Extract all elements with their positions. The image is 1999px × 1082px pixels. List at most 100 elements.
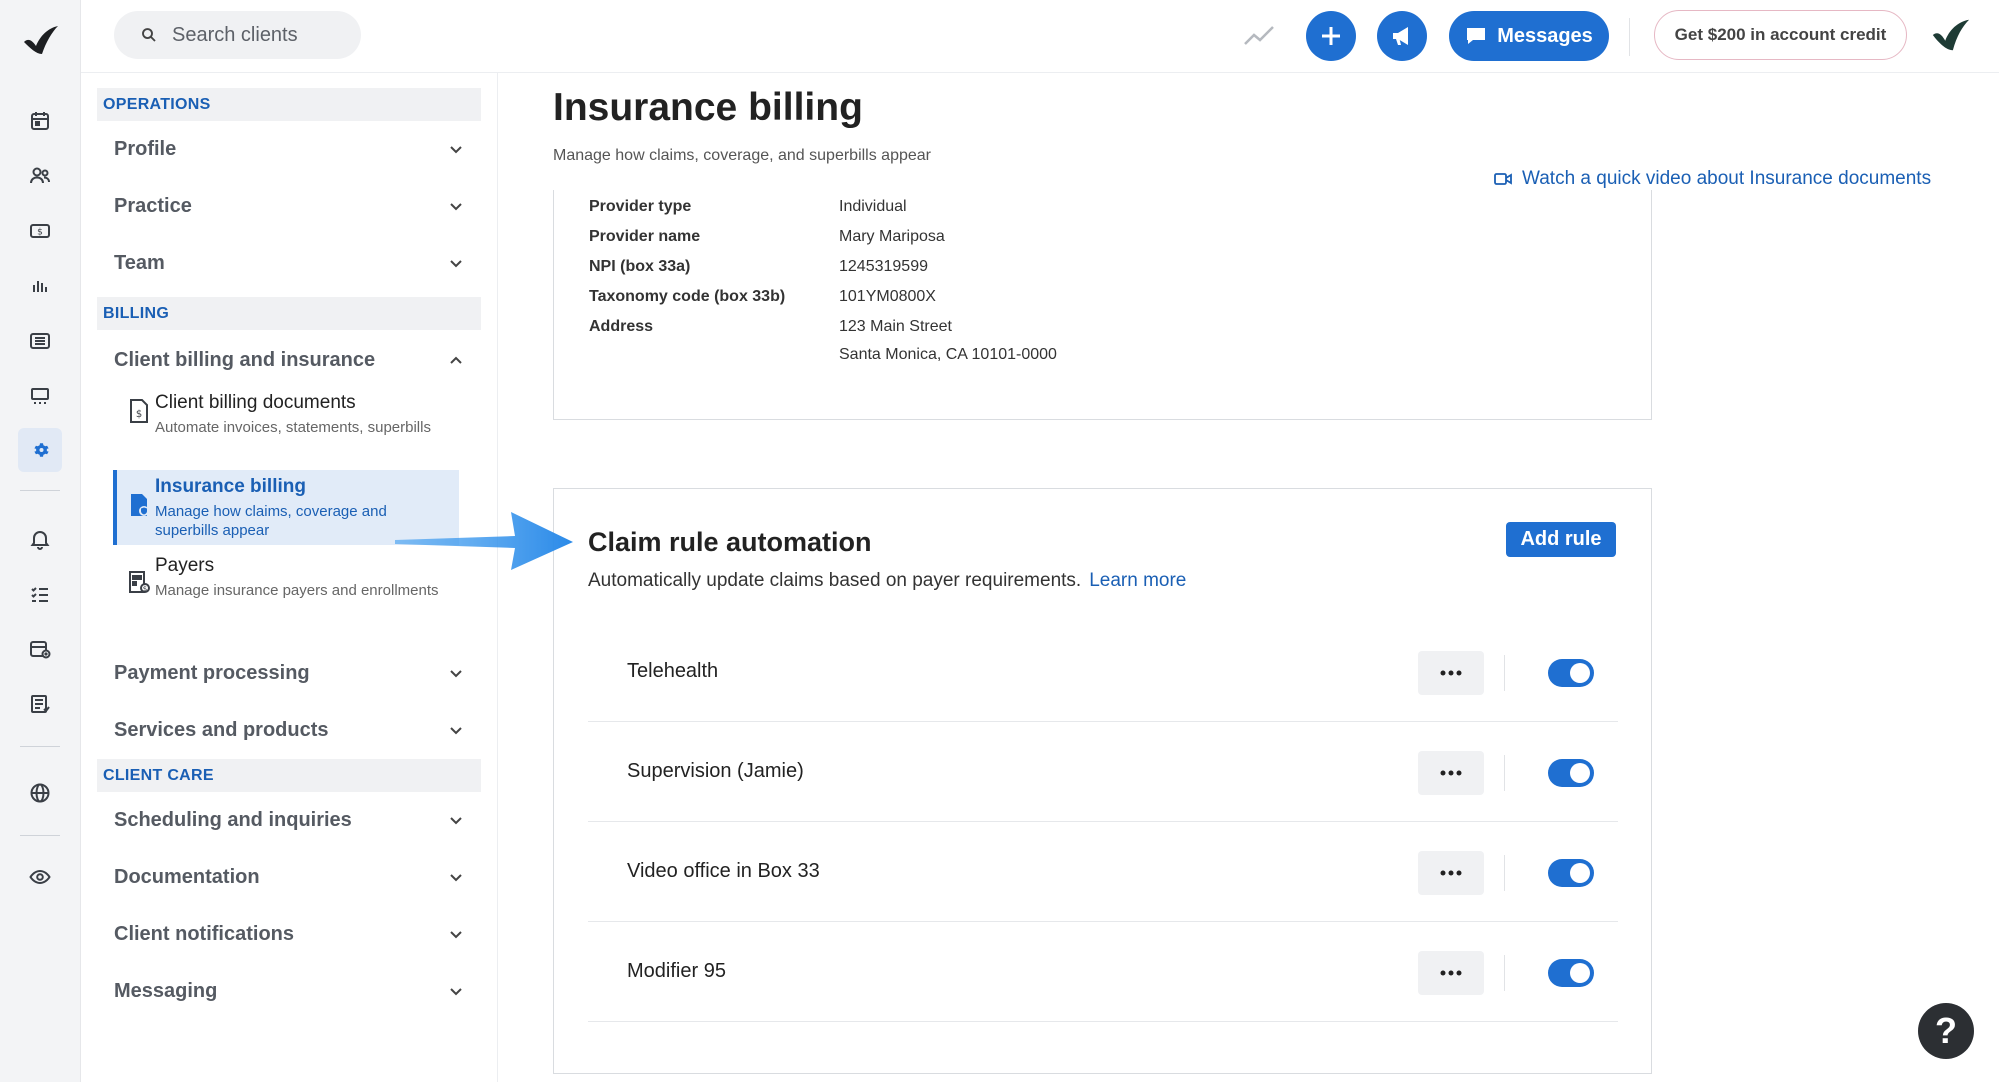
search-input[interactable] — [172, 23, 352, 47]
calendar-icon[interactable] — [18, 99, 62, 143]
claim-rule-description: Automatically update claims based on pay… — [588, 570, 1186, 592]
nav-item-label: Team — [114, 252, 165, 274]
clients-icon[interactable] — [18, 154, 62, 198]
nav-item-team[interactable]: Team — [97, 235, 481, 292]
list-icon[interactable] — [18, 319, 62, 363]
rule-toggle[interactable] — [1548, 959, 1594, 987]
nav-item-label: Services and products — [114, 719, 329, 741]
rule-name: Supervision (Jamie) — [627, 760, 804, 782]
nav-item-client-notifications[interactable]: Client notifications — [97, 906, 481, 963]
rule-more-button[interactable] — [1418, 651, 1484, 695]
subnav-description: Manage insurance payers and enrollments — [155, 582, 439, 599]
nav-item-services-products[interactable]: Services and products — [97, 702, 481, 759]
nav-item-practice[interactable]: Practice — [97, 178, 481, 235]
claim-rule-title: Claim rule automation — [588, 527, 872, 557]
chevron-down-icon — [450, 987, 462, 995]
bell-icon[interactable] — [18, 517, 62, 561]
rule-divider — [1504, 955, 1505, 991]
billing-icon[interactable]: $ — [18, 209, 62, 253]
rule-name: Telehealth — [627, 660, 719, 682]
nav-item-label: Payment processing — [114, 662, 310, 684]
office-icon[interactable] — [18, 374, 62, 418]
nav-item-payment-processing[interactable]: Payment processing — [97, 645, 481, 702]
settings-gear-icon[interactable] — [18, 428, 62, 472]
nav-item-label: Messaging — [114, 980, 218, 1002]
learn-more-link[interactable]: Learn more — [1089, 570, 1186, 591]
billing-document-icon: $ — [130, 399, 148, 423]
chevron-down-icon — [450, 259, 462, 267]
add-button[interactable] — [1306, 11, 1356, 61]
provider-field-value: 1245319599 — [839, 258, 928, 275]
video-link[interactable]: Watch a quick video about Insurance docu… — [1494, 168, 1931, 190]
tasks-icon[interactable] — [18, 572, 62, 616]
nav-item-messaging[interactable]: Messaging — [97, 963, 481, 1020]
globe-icon[interactable] — [18, 771, 62, 815]
provider-address-line2: Santa Monica, CA 10101-0000 — [839, 346, 1057, 363]
nav-item-label: Documentation — [114, 866, 260, 888]
svg-text:$: $ — [37, 228, 43, 238]
nav-item-client-billing[interactable]: Client billing and insurance — [97, 330, 481, 390]
search-icon — [142, 28, 156, 42]
calendar-add-icon[interactable] — [18, 627, 62, 671]
trend-icon[interactable] — [1241, 18, 1277, 54]
nav-item-scheduling[interactable]: Scheduling and inquiries — [97, 792, 481, 849]
rule-divider — [1504, 655, 1505, 691]
account-credit-button[interactable]: Get $200 in account credit — [1654, 10, 1907, 60]
subnav-title: Insurance billing — [155, 476, 306, 497]
rule-divider — [1504, 855, 1505, 891]
rule-more-button[interactable] — [1418, 951, 1484, 995]
claim-rule-card: Claim rule automation Automatically upda… — [553, 488, 1652, 1074]
callout-arrow-icon — [395, 512, 573, 570]
rule-toggle[interactable] — [1548, 859, 1594, 887]
rule-toggle[interactable] — [1548, 659, 1594, 687]
chevron-down-icon — [450, 873, 462, 881]
rule-toggle[interactable] — [1548, 759, 1594, 787]
more-dots-icon — [1440, 770, 1462, 776]
analytics-icon[interactable] — [18, 264, 62, 308]
avatar[interactable] — [1929, 14, 1971, 56]
rule-row: Supervision (Jamie) — [588, 722, 1618, 822]
rule-name: Video office in Box 33 — [627, 860, 820, 882]
provider-field-value: 123 Main Street — [839, 318, 952, 335]
svg-text:$: $ — [136, 409, 142, 420]
megaphone-icon — [1393, 27, 1408, 45]
rail-divider — [20, 490, 60, 491]
nav-item-profile[interactable]: Profile — [97, 121, 481, 178]
top-bar: Messages Get $200 in account credit — [81, 0, 1999, 73]
provider-field-label: Provider name — [589, 228, 701, 245]
brand-logo-icon[interactable] — [18, 20, 62, 60]
page-subtitle: Manage how claims, coverage, and superbi… — [553, 147, 931, 164]
more-dots-icon — [1440, 970, 1462, 976]
add-rule-button[interactable]: Add rule — [1506, 522, 1616, 557]
nav-item-label: Profile — [114, 138, 177, 160]
help-button[interactable]: ? — [1918, 1003, 1974, 1059]
messages-label: Messages — [1497, 24, 1593, 47]
subnav-description: Automate invoices, statements, superbill… — [155, 419, 431, 436]
provider-field-label: Provider type — [589, 198, 692, 215]
chat-bubble-icon — [1467, 28, 1486, 44]
announcements-button[interactable] — [1377, 11, 1427, 61]
svg-text:$: $ — [143, 585, 147, 593]
chevron-down-icon — [450, 930, 462, 938]
rule-more-button[interactable] — [1418, 851, 1484, 895]
topbar-divider — [1629, 18, 1630, 56]
messages-button[interactable]: Messages — [1449, 11, 1609, 61]
rule-more-button[interactable] — [1418, 751, 1484, 795]
nav-item-documentation[interactable]: Documentation — [97, 849, 481, 906]
subnav-title: Client billing documents — [155, 392, 356, 413]
notes-icon[interactable] — [18, 682, 62, 726]
insurance-document-icon — [131, 494, 149, 516]
video-link-label: Watch a quick video about Insurance docu… — [1522, 168, 1932, 189]
nav-item-label: Client billing and insurance — [114, 348, 376, 371]
nav-item-label: Practice — [114, 195, 192, 217]
rule-divider — [1504, 755, 1505, 791]
rail-divider — [20, 746, 60, 747]
page-title: Insurance billing — [553, 86, 863, 129]
eye-icon[interactable] — [18, 855, 62, 899]
nav-divider — [497, 73, 498, 1082]
chevron-down-icon — [450, 202, 462, 210]
rule-name: Modifier 95 — [627, 960, 726, 982]
search-box[interactable] — [114, 11, 361, 59]
nav-item-label: Client notifications — [114, 923, 294, 945]
subnav-client-billing-documents[interactable]: $ Client billing documents Automate invo… — [97, 390, 481, 470]
